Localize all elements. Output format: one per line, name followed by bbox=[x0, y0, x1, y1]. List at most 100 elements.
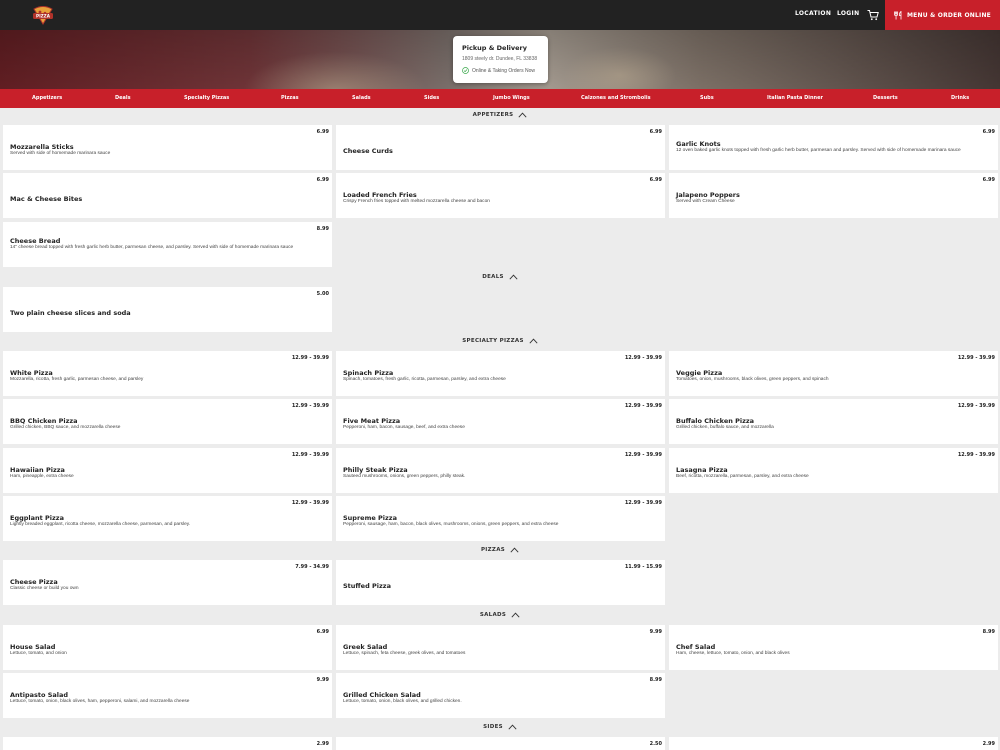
section-header-specialty-pizzas[interactable]: SPECIALTY PIZZAS bbox=[0, 334, 1000, 348]
menu-item-card[interactable]: 2.99 bbox=[669, 737, 998, 750]
menu-order-online-button[interactable]: MENU & ORDER ONLINE bbox=[885, 0, 1000, 30]
item-name: Philly Steak Pizza bbox=[343, 466, 408, 474]
category-tab-pizzas[interactable]: Pizzas bbox=[281, 95, 299, 101]
section-title: APPETIZERS bbox=[472, 112, 514, 118]
category-tab-jumbo-wings[interactable]: Jumbo Wings bbox=[493, 95, 530, 101]
category-tab-appetizers[interactable]: Appetizers bbox=[32, 95, 62, 101]
menu-item-card[interactable]: 12.99 - 39.99 Eggplant Pizza Lightly bread… bbox=[3, 496, 332, 541]
item-price: 9.99 bbox=[649, 629, 662, 635]
menu-item-card[interactable]: 6.99 Garlic Knots 12 oven baked garlic kno… bbox=[669, 125, 998, 170]
menu-item-card[interactable]: 6.99 Cheese Curds bbox=[336, 125, 665, 170]
menu-item-card[interactable]: 12.99 - 39.99 Supreme Pizza Pepperoni, sau… bbox=[336, 496, 665, 541]
item-description: Lettuce, tomato, onion, black olives, an… bbox=[343, 699, 462, 704]
section-title: DEALS bbox=[482, 274, 504, 280]
menu-item-card[interactable]: 12.99 - 39.99 White Pizza Mozzarella, rico… bbox=[3, 351, 332, 396]
menu-item-card[interactable]: 12.99 - 39.99 Buffalo Chicken Pizza Grille… bbox=[669, 399, 998, 444]
menu-item-card[interactable]: 12.99 - 39.99 BBQ Chicken Pizza Grilled ch… bbox=[3, 399, 332, 444]
section-title: SPECIALTY PIZZAS bbox=[462, 338, 524, 344]
page: PIZZA LOCATION LOGIN MENU & ORDER ONLINE… bbox=[0, 0, 1000, 750]
category-tab-pasta[interactable]: Italian Pasta Dinner bbox=[767, 95, 823, 101]
menu-item-card[interactable]: 12.99 - 39.99 Lasagna Pizza Beef, ricotta,… bbox=[669, 448, 998, 493]
chevron-up-icon bbox=[529, 338, 538, 344]
section-header-appetizers[interactable]: APPETIZERS bbox=[0, 108, 1000, 122]
item-name: Chef Salad bbox=[676, 643, 716, 651]
menu-item-card[interactable]: 7.99 - 34.99 Cheese Pizza Classic cheese o… bbox=[3, 560, 332, 605]
item-description: Ham, cheese, lettuce, tomato, onion, and… bbox=[676, 651, 790, 656]
item-name: Spinach Pizza bbox=[343, 369, 394, 377]
item-name: Garlic Knots bbox=[676, 140, 721, 148]
login-link[interactable]: LOGIN bbox=[837, 10, 859, 17]
item-description: 12 oven baked garlic knots topped with f… bbox=[676, 148, 961, 153]
menu-item-card[interactable]: 9.99 Greek Salad Lettuce, spinach, feta ch… bbox=[336, 625, 665, 670]
menu-item-card[interactable]: 12.99 - 39.99 Spinach Pizza Spinach, tomat… bbox=[336, 351, 665, 396]
menu-item-card[interactable]: 12.99 - 39.99 Hawaiian Pizza Ham, pineappl… bbox=[3, 448, 332, 493]
item-price: 8.99 bbox=[982, 629, 995, 635]
category-tab-desserts[interactable]: Desserts bbox=[873, 95, 898, 101]
item-name: Antipasto Salad bbox=[10, 691, 69, 699]
item-price: 12.99 - 39.99 bbox=[291, 403, 329, 409]
pickup-address: 1809 steely dr. Dundee, FL 33838 bbox=[462, 56, 538, 62]
menu-item-card[interactable]: 6.99 Mac & Cheese Bites bbox=[3, 173, 332, 218]
category-tab-calzones[interactable]: Calzones and Strombolis bbox=[581, 95, 651, 101]
menu-item-card[interactable]: 2.50 bbox=[336, 737, 665, 750]
item-description: Pepperoni, ham, bacon, sausage, beef, an… bbox=[343, 425, 465, 430]
menu-item-card[interactable]: 5.00 Two plain cheese slices and soda bbox=[3, 287, 332, 332]
category-tab-sides[interactable]: Sides bbox=[424, 95, 439, 101]
menu-item-card[interactable]: 12.99 - 39.99 Veggie Pizza Tomatoes, onion… bbox=[669, 351, 998, 396]
menu-item-card[interactable]: 12.99 - 39.99 Five Meat Pizza Pepperoni, h… bbox=[336, 399, 665, 444]
item-description: Lightly breaded eggplant, ricotta cheese… bbox=[10, 522, 191, 527]
item-price: 12.99 - 39.99 bbox=[291, 452, 329, 458]
category-nav: Appetizers Deals Specialty Pizzas Pizzas… bbox=[0, 89, 1000, 108]
item-price: 12.99 - 39.99 bbox=[957, 452, 995, 458]
item-price: 12.99 - 39.99 bbox=[957, 355, 995, 361]
item-description: Lettuce, spinach, feta cheese, greek oli… bbox=[343, 651, 466, 656]
logo[interactable]: PIZZA bbox=[31, 5, 55, 25]
item-price: 5.00 bbox=[316, 291, 329, 297]
menu-item-card[interactable]: 6.99 Mozzarella Sticks Served with side of… bbox=[3, 125, 332, 170]
menu-item-card[interactable]: 6.99 Loaded French Fries Crispy French fri… bbox=[336, 173, 665, 218]
top-nav-bar: PIZZA LOCATION LOGIN MENU & ORDER ONLINE bbox=[0, 0, 1000, 30]
menu-item-card[interactable]: 9.99 Antipasto Salad Lettuce, tomato, onio… bbox=[3, 673, 332, 718]
item-price: 6.99 bbox=[649, 129, 662, 135]
menu-item-card[interactable]: 8.99 Cheese Bread 14" cheese bread topped … bbox=[3, 222, 332, 267]
category-tab-deals[interactable]: Deals bbox=[115, 95, 131, 101]
menu-item-card[interactable]: 8.99 Grilled Chicken Salad Lettuce, tomato… bbox=[336, 673, 665, 718]
item-price: 6.99 bbox=[982, 129, 995, 135]
section-header-pizzas[interactable]: PIZZAS bbox=[0, 543, 1000, 557]
item-description: Grilled chicken, buffalo sauce, and mozz… bbox=[676, 425, 774, 430]
chevron-up-icon bbox=[508, 724, 517, 730]
section-title: SALADS bbox=[479, 612, 507, 618]
menu-item-card[interactable]: 8.99 Chef Salad Ham, cheese, lettuce, toma… bbox=[669, 625, 998, 670]
order-status-text: Online & Taking Orders Now bbox=[472, 67, 535, 74]
item-name: Five Meat Pizza bbox=[343, 417, 401, 425]
section-title: PIZZAS bbox=[480, 547, 506, 553]
cart-icon[interactable] bbox=[867, 9, 879, 21]
item-description: Mozzarella, ricotta, fresh garlic, parme… bbox=[10, 377, 144, 382]
item-name: House Salad bbox=[10, 643, 56, 651]
menu-item-card[interactable]: 2.99 bbox=[3, 737, 332, 750]
category-tab-drinks[interactable]: Drinks bbox=[951, 95, 969, 101]
section-header-salads[interactable]: SALADS bbox=[0, 608, 1000, 622]
menu-item-card[interactable]: 6.99 House Salad Lettuce, tomato, and onio… bbox=[3, 625, 332, 670]
category-tab-salads[interactable]: Salads bbox=[352, 95, 371, 101]
pickup-delivery-card: Pickup & Delivery 1809 steely dr. Dundee… bbox=[453, 36, 548, 83]
category-tab-subs[interactable]: Subs bbox=[700, 95, 714, 101]
item-name: Stuffed Pizza bbox=[343, 582, 391, 590]
menu-item-card[interactable]: 12.99 - 39.99 Philly Steak Pizza Sauteed m… bbox=[336, 448, 665, 493]
item-description: Sauteed mushrooms, onions, green peppers… bbox=[343, 474, 466, 479]
chevron-up-icon bbox=[510, 547, 519, 553]
section-header-sides[interactable]: SIDES bbox=[0, 720, 1000, 734]
item-price: 12.99 - 39.99 bbox=[624, 403, 662, 409]
item-name: Mozzarella Sticks bbox=[10, 143, 74, 151]
item-price: 6.99 bbox=[649, 177, 662, 183]
category-tab-specialty-pizzas[interactable]: Specialty Pizzas bbox=[184, 95, 229, 101]
item-price: 6.99 bbox=[316, 129, 329, 135]
menu-item-card[interactable]: 11.99 - 15.99 Stuffed Pizza bbox=[336, 560, 665, 605]
item-price: 12.99 - 39.99 bbox=[624, 355, 662, 361]
menu-item-card[interactable]: 6.99 Jalapeno Poppers Served with Cream Ch… bbox=[669, 173, 998, 218]
section-header-deals[interactable]: DEALS bbox=[0, 270, 1000, 284]
item-name: Eggplant Pizza bbox=[10, 514, 64, 522]
item-name: Mac & Cheese Bites bbox=[10, 195, 83, 203]
location-link[interactable]: LOCATION bbox=[795, 10, 831, 17]
item-name: Supreme Pizza bbox=[343, 514, 397, 522]
